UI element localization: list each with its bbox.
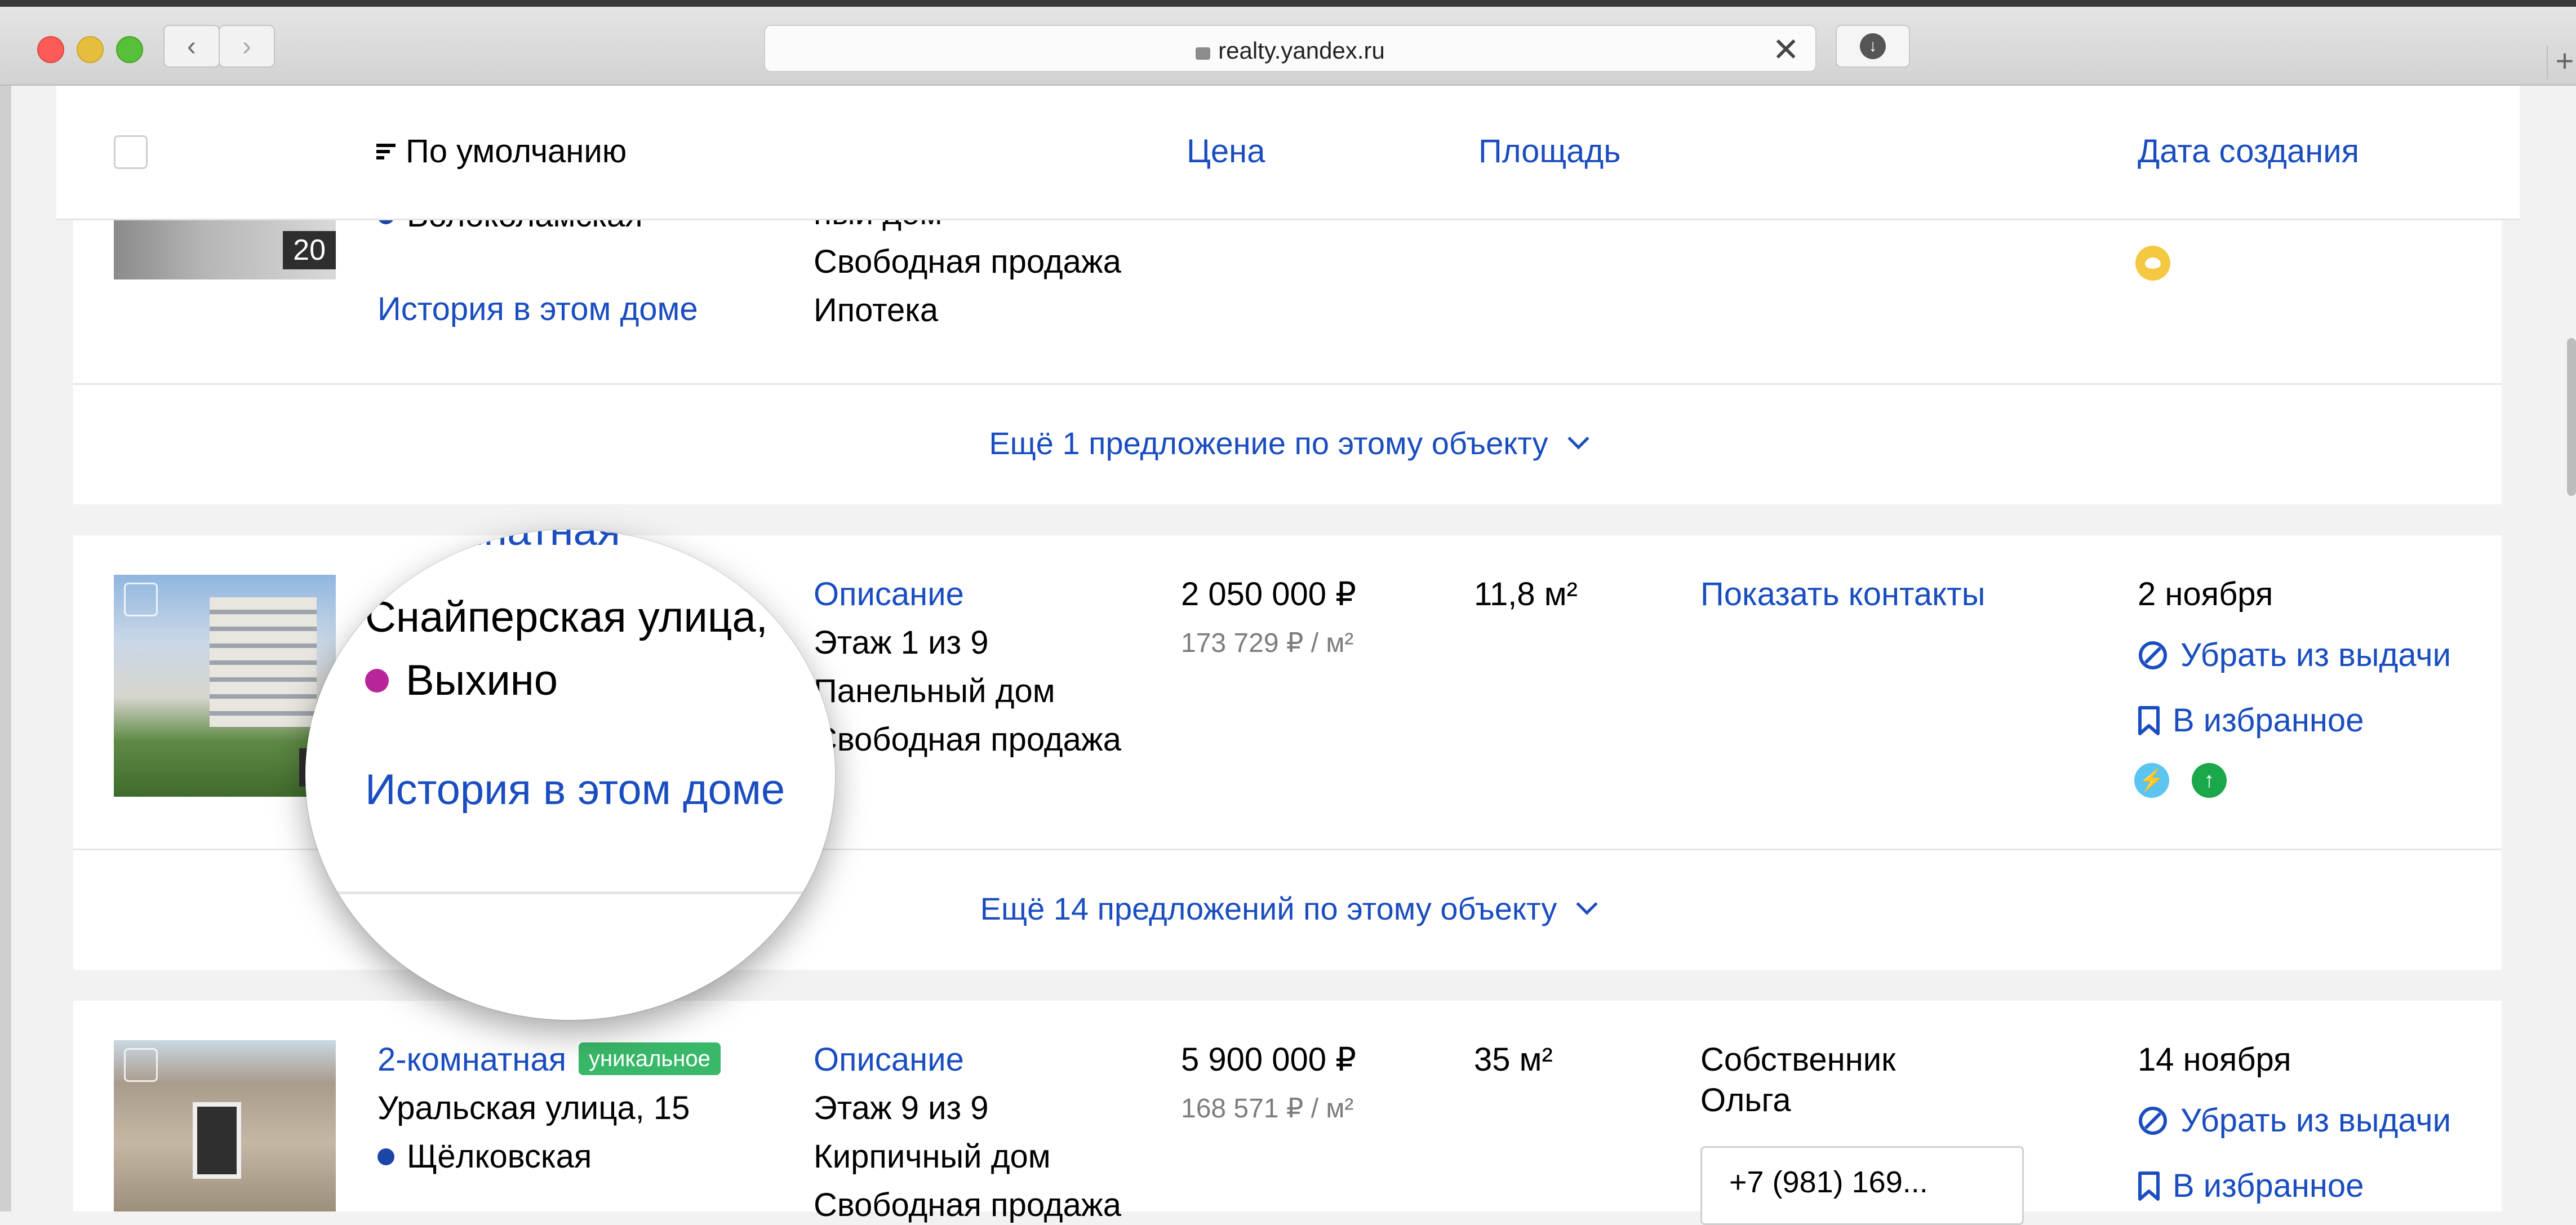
sort-by-date[interactable]: Дата создания [2138, 133, 2359, 171]
page-scrollbar[interactable] [2567, 338, 2576, 496]
select-all-checkbox[interactable] [114, 135, 148, 169]
sort-by-price[interactable]: Цена [1187, 133, 1265, 171]
listing-address: Снайперская улица, [365, 593, 768, 641]
listing-title-row: 2-комнатная уникальное [377, 1041, 721, 1079]
description-link[interactable]: Описание [814, 1041, 964, 1079]
address-url: realty.yandex.ru [1218, 37, 1385, 64]
history-link[interactable]: История в этом доме [377, 291, 698, 329]
photo-checkbox[interactable] [124, 1048, 158, 1082]
arrow-up-icon[interactable]: ↑ [2192, 763, 2227, 798]
new-tab-button[interactable]: + [2547, 45, 2576, 79]
phone-field[interactable]: +7 (981) 169... [1700, 1146, 2024, 1225]
listing-detail: Свободная продажа [814, 721, 1121, 758]
listing-detail: Кирпичный дом [814, 1138, 1051, 1175]
listing-detail: Свободная продажа [814, 243, 1121, 280]
sort-default-button[interactable]: По умолчанию [375, 133, 627, 171]
no-entry-icon [2139, 1106, 2167, 1135]
listing-detail: Свободная продажа [814, 1187, 1121, 1223]
history-link[interactable]: История в этом доме [365, 766, 785, 814]
downloads-button[interactable]: ↓ [1836, 25, 1910, 68]
chevron-left-icon: ‹ [187, 31, 196, 61]
window-top-edge [0, 0, 2576, 7]
lightning-icon[interactable]: ⚡ [2134, 763, 2169, 798]
lock-icon [1196, 47, 1211, 60]
back-button[interactable]: ‹ [163, 25, 220, 68]
address-bar[interactable]: realty.yandex.ru ✕ [764, 25, 1816, 72]
chevron-right-icon: › [242, 31, 251, 61]
bookmark-icon [2138, 705, 2160, 735]
listing-address: Уральская улица, 15 [377, 1090, 690, 1126]
listing-metro: Щёлковская [377, 1138, 592, 1176]
chevron-down-icon [1567, 428, 1589, 450]
close-icon[interactable]: ✕ [1772, 30, 1800, 69]
listing-price-per-m2: 168 571 ₽ / м² [1181, 1094, 1354, 1124]
bookmark-icon [2138, 1171, 2160, 1201]
photo-checkbox[interactable] [124, 583, 158, 616]
metro-dot-icon [365, 669, 389, 693]
listing-price: 2 050 000 ₽ [1181, 576, 1357, 612]
listing-photo-2[interactable]: 6 [114, 575, 336, 797]
download-icon: ↓ [1860, 33, 1886, 59]
listing-detail: Этаж 9 из 9 [814, 1090, 989, 1126]
add-to-favorites-link[interactable]: В избранное [2138, 702, 2364, 740]
window-left-edge [0, 86, 11, 1211]
listing-detail: Ипотека [814, 292, 939, 329]
listing-area: 35 м² [1474, 1041, 1553, 1078]
phone-number: +7 (981) 169... [1729, 1165, 1928, 1199]
sort-by-area[interactable]: Площадь [1478, 133, 1620, 171]
sort-lines-icon [376, 143, 396, 159]
listing-detail: Этаж 1 из 9 [814, 624, 989, 661]
listing-price: 5 900 000 ₽ [1181, 1041, 1357, 1078]
no-entry-icon [2139, 641, 2167, 669]
promo-coin-icon[interactable] [2135, 246, 2170, 281]
show-contacts-link[interactable]: Показать контакты [1700, 576, 1985, 614]
metro-dot-icon [377, 1148, 394, 1165]
listing-price-per-m2: 173 729 ₽ / м² [1181, 628, 1354, 658]
listing-metro: Выхино [365, 657, 558, 704]
minimize-window-button[interactable] [77, 36, 104, 63]
listing-area: 11,8 м² [1474, 576, 1578, 612]
listing-title-link[interactable]: 1-комнатная [373, 530, 620, 554]
listing-date: 14 ноября [2138, 1041, 2291, 1078]
photo-count-badge: 20 [283, 231, 336, 269]
remove-from-results-link[interactable]: Убрать из выдачи [2138, 637, 2451, 674]
seller-type: Собственник [1700, 1041, 1896, 1078]
listing-photo-3[interactable] [114, 1040, 336, 1211]
listing-detail: Панельный дом [814, 673, 1055, 709]
forward-button[interactable]: › [219, 25, 275, 68]
add-to-favorites-link[interactable]: В избранное [2138, 1168, 2364, 1205]
remove-from-results-link[interactable]: Убрать из выдачи [2138, 1102, 2451, 1140]
listing-title-link[interactable]: 2-комнатная [377, 1041, 566, 1078]
maximize-window-button[interactable] [116, 36, 143, 63]
results-sort-header: По умолчанию Цена Площадь Дата создания [56, 86, 2520, 220]
close-window-button[interactable] [37, 36, 64, 63]
card-divider [305, 891, 835, 894]
more-offers-link[interactable]: Ещё 1 предложение по этому объекту [73, 425, 2502, 461]
chevron-down-icon [1576, 893, 1598, 915]
browser-toolbar: ‹ › realty.yandex.ru ✕ ↓ + [0, 0, 2576, 86]
unique-badge: уникальное [579, 1042, 721, 1075]
description-link[interactable]: Описание [814, 576, 964, 614]
listing-date: 2 ноября [2138, 576, 2273, 612]
magnifier-lens: 1-комнатная Снайперская улица, Выхино Ис… [305, 530, 835, 1020]
seller-name: Ольга [1700, 1082, 1791, 1119]
